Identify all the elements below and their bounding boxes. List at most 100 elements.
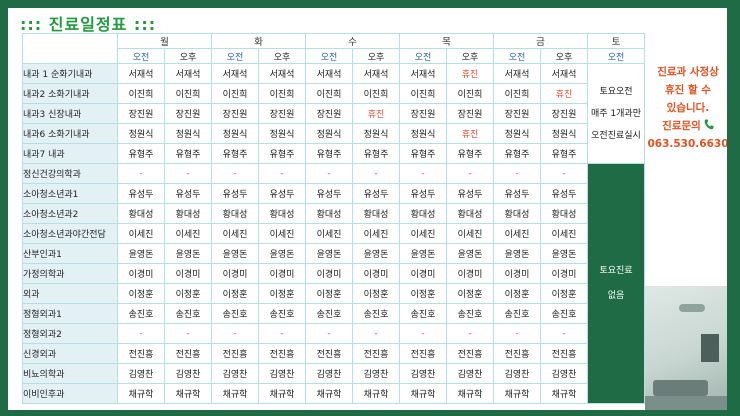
doctor-cell: 김영찬: [493, 363, 541, 384]
doctor-cell: 송진호: [352, 303, 400, 324]
doctor-cell: 서재석: [493, 63, 541, 84]
doctor-cell: 황대성: [305, 203, 353, 224]
doctor-cell: 이진희: [211, 83, 259, 104]
doctor-cell: 전진흥: [305, 343, 353, 364]
doctor-cell: 황대성: [164, 203, 212, 224]
doctor-cell: 송진호: [446, 303, 494, 324]
doctor-cell: 정원식: [540, 123, 588, 144]
doctor-cell: 윤영돈: [446, 243, 494, 264]
doctor-cell: 이경미: [399, 263, 447, 284]
doctor-cell: 장진원: [117, 103, 165, 124]
doctor-cell: 전진흥: [211, 343, 259, 364]
session-am-header: 오전: [587, 48, 645, 64]
doctor-cell: -: [211, 163, 259, 184]
doctor-cell: 황대성: [540, 203, 588, 224]
doctor-cell: -: [117, 323, 165, 344]
department-name: 정신건강의학과: [22, 163, 118, 184]
saturday-note-line: 토요진료: [599, 265, 633, 276]
doctor-cell: 윤영돈: [258, 243, 306, 264]
doctor-cell: 이경미: [352, 263, 400, 284]
doctor-cell: -: [540, 163, 588, 184]
day-header-fri: 금: [493, 33, 588, 49]
department-name: 내과2 소화기내과: [22, 83, 118, 104]
doctor-cell: 이경미: [164, 263, 212, 284]
doctor-cell: 유형주: [211, 143, 259, 164]
doctor-cell: 장진원: [211, 103, 259, 124]
doctor-cell: -: [258, 163, 306, 184]
department-name: 내과6 소화기내과: [22, 123, 118, 144]
doctor-cell: 송진호: [399, 303, 447, 324]
table-row: 가정의학과 이경미 이경미 이경미 이경미 이경미 이경미 이경미 이경미 이경미 이경미: [22, 263, 645, 284]
doctor-cell: 서재석: [352, 63, 400, 84]
session-pm-header: 오후: [352, 48, 400, 64]
doctor-cell: 이진희: [258, 83, 306, 104]
doctor-cell: 송진호: [164, 303, 212, 324]
table-row: 정형외과1 송진호 송진호 송진호 송진호 송진호 송진호 송진호 송진호 송진호 송진호: [22, 303, 645, 324]
department-name: 신경외과: [22, 343, 118, 364]
doctor-cell: -: [399, 323, 447, 344]
doctor-cell: 전진흥: [258, 343, 306, 364]
doctor-cell: 이세진: [258, 223, 306, 244]
saturday-note-line: 없음: [607, 290, 625, 301]
saturday-morning-note: 토요오전 매주 1개과만 오전진료실시: [587, 63, 645, 164]
corner-cell: [22, 33, 118, 64]
doctor-cell: 서재석: [399, 63, 447, 84]
doctor-cell: 김영찬: [399, 363, 447, 384]
doctor-cell: 이진희: [446, 83, 494, 104]
photo-bed: [653, 380, 708, 396]
doctor-cell: 이경미: [211, 263, 259, 284]
doctor-cell: 이경미: [493, 263, 541, 284]
day-header-wed: 수: [305, 33, 400, 49]
doctor-cell: 전진흥: [164, 343, 212, 364]
doctor-cell: 송진호: [540, 303, 588, 324]
day-header-row: 월 화 수 목 금 토: [22, 33, 645, 64]
doctor-cell: 전진흥: [493, 343, 541, 364]
doctor-cell: 윤영돈: [540, 243, 588, 264]
notice-line: 있습니다.: [666, 102, 710, 114]
doctor-cell: -: [164, 163, 212, 184]
doctor-cell: 정원식: [305, 123, 353, 144]
photo-lamp: [679, 304, 705, 312]
department-name: 내과3 신장내과: [22, 103, 118, 124]
doctor-cell: -: [211, 323, 259, 344]
doctor-cell: 정원식: [258, 123, 306, 144]
doctor-cell: -: [258, 323, 306, 344]
doctor-cell: 유형주: [493, 143, 541, 164]
doctor-cell: 이진희: [117, 83, 165, 104]
doctor-cell: 송진호: [211, 303, 259, 324]
doctor-cell: 김영찬: [117, 363, 165, 384]
doctor-cell: 이정훈: [258, 283, 306, 304]
phone-number: 063.530.6630: [647, 138, 727, 150]
doctor-cell: 유형주: [164, 143, 212, 164]
doctor-cell: 서재석: [211, 63, 259, 84]
department-name: 외과: [22, 283, 118, 304]
doctor-cell: 채규학: [399, 383, 447, 404]
doctor-cell: -: [164, 323, 212, 344]
doctor-cell: 이정훈: [117, 283, 165, 304]
department-name: 정형외과1: [22, 303, 118, 324]
table-row: 신경외과 전진흥 전진흥 전진흥 전진흥 전진흥 전진흥 전진흥 전진흥 전진흥 전진흥: [22, 343, 645, 364]
session-am-header: 오전: [399, 48, 447, 64]
photo-floor: [645, 396, 727, 410]
doctor-cell: 이경미: [305, 263, 353, 284]
table-row: 산부인과1 윤영돈 윤영돈 윤영돈 윤영돈 윤영돈 윤영돈 윤영돈 윤영돈 윤영돈 윤영돈: [22, 243, 645, 264]
doctor-cell: 유성두: [352, 183, 400, 204]
doctor-cell: 유형주: [305, 143, 353, 164]
department-name: 이비인후과: [22, 383, 118, 404]
doctor-cell: 채규학: [305, 383, 353, 404]
doctor-cell: 윤영돈: [493, 243, 541, 264]
doctor-cell: 이정훈: [352, 283, 400, 304]
doctor-cell: 장진원: [164, 103, 212, 124]
doctor-cell: -: [540, 323, 588, 344]
doctor-cell: 휴진: [352, 103, 400, 124]
doctor-cell: 서재석: [305, 63, 353, 84]
table-row: 내과 1 순화기내과 서재석 서재석 서재석 서재석 서재석 서재석 서재석 휴진 서재석 서재석 토…: [22, 63, 645, 164]
doctor-cell: 이정훈: [164, 283, 212, 304]
table-row: 내과2 소화기내과 이진희 이진희 이진희 이진희 이진희 이진희 이진희 이진희 이진희 휴진: [22, 83, 645, 104]
doctor-cell: 전진흥: [540, 343, 588, 364]
saturday-note-line: 매주 1개과만: [591, 108, 641, 119]
doctor-cell: 유형주: [258, 143, 306, 164]
doctor-cell: 정원식: [211, 123, 259, 144]
doctor-cell: -: [446, 163, 494, 184]
doctor-cell: 유형주: [352, 143, 400, 164]
